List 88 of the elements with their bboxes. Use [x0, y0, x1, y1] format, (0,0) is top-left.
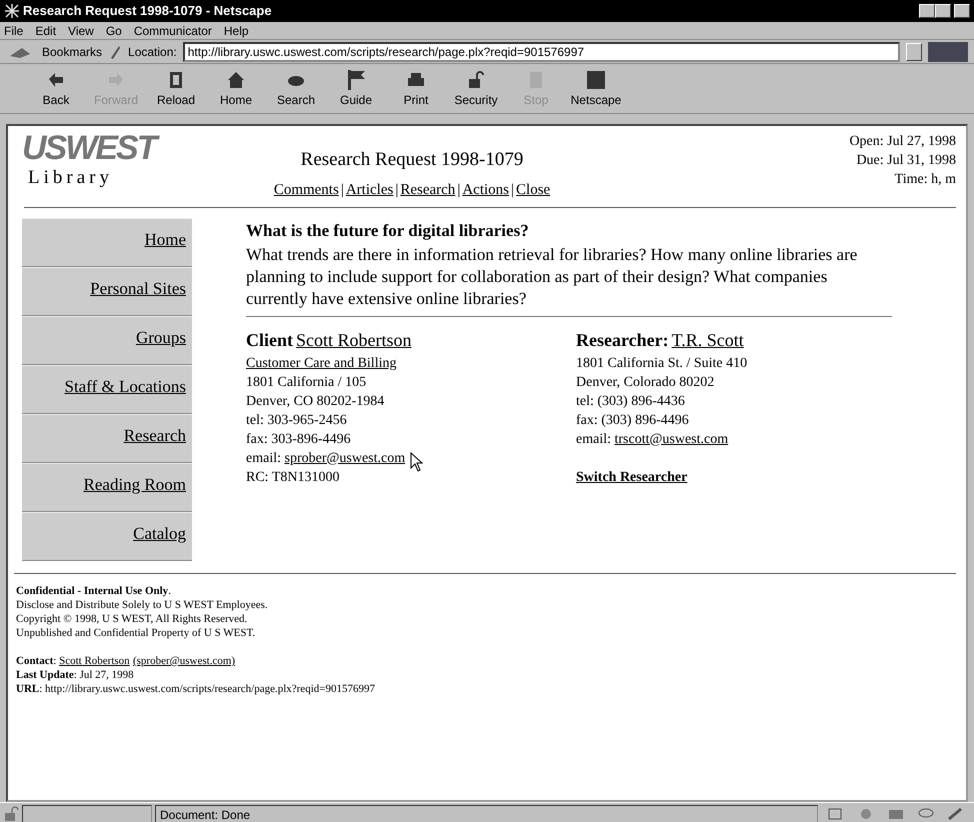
back-button[interactable]: Back: [26, 69, 86, 113]
nav-link[interactable]: Comments: [274, 178, 339, 201]
signpost-icon: [345, 69, 367, 91]
window-title: Research Request 1998-1079 - Netscape: [23, 2, 272, 20]
print-button[interactable]: Print: [386, 69, 446, 113]
nav-link[interactable]: Articles: [346, 178, 394, 201]
sidebar-link[interactable]: Home: [144, 230, 186, 249]
search-button[interactable]: Search: [266, 69, 326, 113]
separator: |: [511, 180, 514, 200]
contact-line: fax: 303-896-4496: [246, 430, 351, 448]
contact-line: 1801 California / 105: [246, 374, 366, 392]
contact-line: email: sprober@uswest.com: [246, 450, 406, 468]
sidebar-item[interactable]: Catalog: [22, 512, 192, 561]
nav-link[interactable]: Close: [516, 178, 550, 201]
status-text: Document: Done: [155, 804, 818, 822]
location-label: Location:: [128, 44, 177, 60]
footer-line: Copyright © 1998, U S WEST, All Rights Reserved.: [16, 612, 248, 626]
link[interactable]: (sprober@uswest.com): [132, 655, 236, 667]
contact-line: fax: (303) 896-4496: [576, 412, 689, 430]
minimize-button[interactable]: [919, 4, 935, 18]
contact-line: RC: T8N131000: [246, 468, 340, 486]
security-button[interactable]: Security: [446, 69, 506, 113]
footer-line: Last Update: Jul 27, 1998: [16, 668, 134, 682]
researcher-name[interactable]: T.R. Scott: [672, 326, 744, 354]
url-field[interactable]: http://library.uswc.uswest.com/scripts/research/page.plx?reqid=901576997: [182, 42, 900, 62]
logo-subtitle: Library: [27, 166, 114, 190]
page-title: Research Request 1998-1079: [300, 148, 524, 172]
separator: |: [340, 180, 344, 200]
contact-line: 1801 California St. / Suite 410: [576, 354, 748, 372]
client-name[interactable]: Scott Robertson: [296, 326, 412, 354]
contact-line: tel: (303) 896-4436: [576, 392, 685, 410]
sidebar-item[interactable]: Home: [22, 218, 192, 267]
dropdown-button[interactable]: [906, 42, 922, 60]
sidebar-link[interactable]: Reading Room: [84, 475, 186, 494]
menu-item[interactable]: Help: [224, 22, 249, 40]
menu-item[interactable]: Communicator: [134, 22, 212, 40]
throbber-picture: [928, 42, 968, 62]
separator: |: [395, 180, 398, 200]
sidebar-item[interactable]: Research: [22, 414, 192, 463]
sidebar-link[interactable]: Staff & Locations: [64, 377, 186, 396]
department-link[interactable]: Customer Care and Billing: [246, 354, 396, 372]
client-label: Client: [246, 328, 293, 352]
logo-text: USWEST: [22, 132, 252, 164]
pen-icon[interactable]: [947, 806, 965, 820]
date-text: Open: Jul 27, 1998: [849, 133, 956, 151]
lock-icon[interactable]: [3, 806, 19, 822]
maximize-button[interactable]: [935, 4, 951, 18]
switch-researcher-link[interactable]: Switch Researcher: [576, 468, 688, 486]
contact-line: Denver, Colorado 80202: [576, 374, 714, 392]
footer-line: Confidential - Internal Use Only.: [16, 584, 171, 598]
sidebar-item[interactable]: Reading Room: [22, 463, 192, 512]
date-text: Time: h, m: [894, 171, 956, 189]
app-icon: [4, 3, 20, 19]
netscape-button[interactable]: Netscape: [566, 69, 626, 113]
sidebar-link[interactable]: Catalog: [133, 524, 186, 543]
guide-button[interactable]: Guide: [326, 69, 386, 113]
question-title: What is the future for digital libraries?: [246, 220, 530, 242]
nav-link[interactable]: Actions: [462, 178, 509, 201]
menu-item[interactable]: File: [4, 22, 24, 40]
sidebar-link[interactable]: Personal Sites: [90, 279, 186, 298]
link[interactable]: trscott@uswest.com: [614, 432, 728, 446]
sidebar-item[interactable]: Groups: [22, 316, 192, 365]
menu-item[interactable]: View: [68, 22, 94, 40]
menu-item[interactable]: Go: [106, 22, 122, 40]
sidebar-item[interactable]: Personal Sites: [22, 267, 192, 316]
footer-line: URL: http://library.uswc.uswest.com/scripts/research/page.plx?reqid=901576997: [16, 682, 375, 696]
contact-line: email: trscott@uswest.com: [576, 430, 728, 448]
bookmarks-button[interactable]: Bookmarks: [42, 42, 102, 60]
mouse-pointer-icon: [410, 452, 424, 472]
nav-link[interactable]: Research: [400, 178, 456, 201]
contact-line: Denver, CO 80202-1984: [246, 392, 384, 410]
question-text: What trends are there in information retrieval for libraries? How many online libraries are planning to include support for collaboration as part of their design? What companies currently have extensive online libraries?: [246, 244, 858, 310]
link[interactable]: sprober@uswest.com: [284, 450, 406, 466]
link[interactable]: Scott Robertson: [59, 655, 130, 667]
sidebar-link[interactable]: Groups: [136, 328, 186, 347]
footer-line: Disclose and Distribute Solely to U S WEST Employees.: [16, 598, 268, 612]
reload-button[interactable]: Reload: [146, 69, 206, 113]
menu-item[interactable]: Edit: [35, 22, 56, 40]
footer-line: Contact: Scott Robertson (sprober@uswest.com): [16, 654, 236, 668]
close-button[interactable]: [954, 4, 970, 18]
sidebar-link[interactable]: Research: [124, 426, 186, 445]
sidebar-item[interactable]: Staff & Locations: [22, 365, 192, 414]
footer-line: Unpublished and Confidential Property of U S WEST.: [16, 626, 256, 640]
contact-line: tel: 303-965-2456: [246, 412, 347, 430]
date-text: Due: Jul 31, 1998: [855, 152, 956, 170]
researcher-label: Researcher:: [576, 328, 669, 352]
home-button[interactable]: Home: [206, 69, 266, 113]
separator: |: [457, 180, 460, 200]
